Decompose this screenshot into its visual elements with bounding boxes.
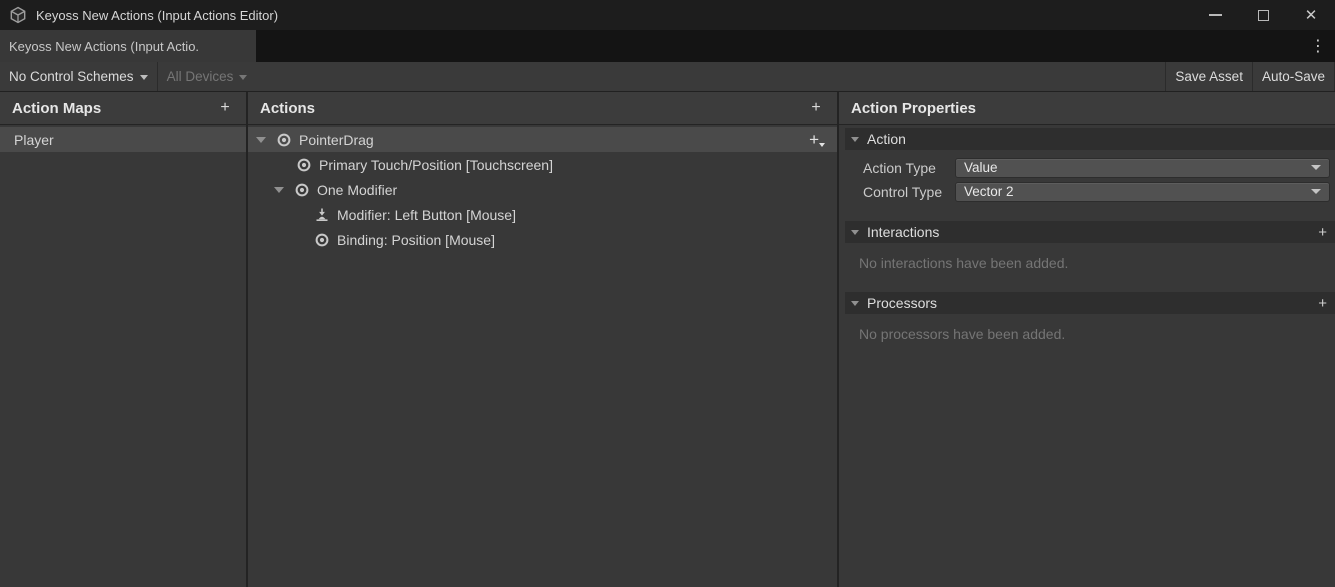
minimize-button[interactable] (1191, 0, 1239, 30)
tree-row-label: Primary Touch/Position [Touchscreen] (319, 157, 553, 173)
save-asset-button[interactable]: Save Asset (1166, 62, 1252, 91)
expander-down-icon[interactable] (851, 230, 859, 235)
expander-down-icon[interactable] (256, 137, 266, 143)
expander-down-icon[interactable] (851, 301, 859, 306)
action-circle-icon (276, 132, 292, 148)
action-properties-title: Action Properties (851, 100, 976, 117)
tree-row-label: Binding: Position [Mouse] (337, 232, 495, 248)
tab-label: Keyoss New Actions (Input Actio. (9, 39, 199, 54)
titlebar: Keyoss New Actions (Input Actions Editor… (0, 0, 1335, 30)
action-section-foldout[interactable]: Action (845, 128, 1335, 150)
action-type-value: Value (964, 160, 998, 175)
control-type-dropdown[interactable]: Vector 2 (955, 182, 1330, 202)
save-asset-label: Save Asset (1175, 69, 1243, 84)
control-schemes-dropdown[interactable]: No Control Schemes (0, 62, 157, 91)
actions-panel: Actions + PointerDrag + Primary Touch/Po… (248, 92, 839, 587)
tab-input-actions-editor[interactable]: Keyoss New Actions (Input Actio. (0, 30, 256, 62)
tree-row-modifier[interactable]: Modifier: Left Button [Mouse] (248, 202, 837, 227)
kebab-icon: ⋮ (1310, 36, 1326, 56)
action-maps-list: Player (0, 125, 246, 152)
toolbar-spacer (256, 62, 1165, 91)
devices-label: All Devices (167, 69, 234, 84)
tree-row-label: One Modifier (317, 182, 397, 198)
expander-down-icon[interactable] (274, 187, 284, 193)
close-icon: ✕ (1305, 8, 1318, 23)
control-type-label: Control Type (839, 184, 955, 200)
dropdown-arrow-icon (1311, 165, 1321, 170)
processors-section-title: Processors (867, 295, 937, 311)
action-circle-icon (296, 157, 312, 173)
action-maps-title: Action Maps (12, 100, 101, 117)
control-schemes-label: No Control Schemes (9, 69, 134, 84)
maximize-icon (1258, 10, 1269, 21)
action-circle-icon (294, 182, 310, 198)
action-circle-icon (314, 232, 330, 248)
control-type-value: Vector 2 (964, 184, 1014, 199)
tab-strip-spacer (256, 30, 1301, 62)
actions-title: Actions (260, 100, 315, 117)
minimize-icon (1209, 14, 1222, 16)
action-type-label: Action Type (839, 160, 955, 176)
actions-header: Actions + (248, 92, 837, 125)
actions-tree: PointerDrag + Primary Touch/Position [To… (248, 125, 837, 252)
action-section-title: Action (867, 131, 906, 147)
interactions-empty-text: No interactions have been added. (859, 255, 1335, 271)
tree-row-primary-touch[interactable]: Primary Touch/Position [Touchscreen] (248, 152, 837, 177)
action-maps-header: Action Maps + (0, 92, 246, 125)
chevron-down-icon (140, 75, 148, 80)
add-interaction-button[interactable]: + (1318, 224, 1327, 241)
action-properties-panel: Action Properties Action Action Type Val… (839, 92, 1335, 587)
expander-down-icon[interactable] (851, 137, 859, 142)
tree-row-pointerdrag[interactable]: PointerDrag + (248, 127, 837, 152)
processors-empty-text: No processors have been added. (859, 326, 1335, 342)
chevron-down-icon (239, 75, 247, 80)
dropdown-arrow-icon (1311, 189, 1321, 194)
toolbar: No Control Schemes All Devices Save Asse… (0, 62, 1335, 92)
devices-dropdown[interactable]: All Devices (158, 62, 257, 91)
button-press-icon (314, 207, 330, 223)
tree-row-label: Modifier: Left Button [Mouse] (337, 207, 516, 223)
action-properties-header: Action Properties (839, 92, 1335, 125)
list-item-player[interactable]: Player (0, 127, 246, 152)
action-map-label: Player (14, 132, 54, 148)
tree-row-binding[interactable]: Binding: Position [Mouse] (248, 227, 837, 252)
pane-menu-button[interactable]: ⋮ (1301, 30, 1335, 62)
maximize-button[interactable] (1239, 0, 1287, 30)
window-title: Keyoss New Actions (Input Actions Editor… (36, 8, 278, 23)
add-action-button[interactable]: + (805, 99, 827, 117)
action-properties-body: Action Action Type Value Control Type Ve… (839, 125, 1335, 342)
add-action-map-button[interactable]: + (214, 99, 236, 117)
action-section-fields: Action Type Value Control Type Vector 2 (839, 157, 1335, 202)
control-type-row: Control Type Vector 2 (839, 181, 1335, 202)
window-controls: ✕ (1191, 0, 1335, 30)
action-type-dropdown[interactable]: Value (955, 158, 1330, 178)
interactions-section-title: Interactions (867, 224, 939, 240)
processors-section-foldout[interactable]: Processors + (845, 292, 1335, 314)
interactions-section-foldout[interactable]: Interactions + (845, 221, 1335, 243)
action-maps-panel: Action Maps + Player (0, 92, 248, 587)
tab-strip: Keyoss New Actions (Input Actio. ⋮ (0, 30, 1335, 62)
add-binding-button[interactable]: + (809, 131, 824, 148)
action-type-row: Action Type Value (839, 157, 1335, 178)
add-processor-button[interactable]: + (1318, 295, 1327, 312)
tree-row-one-modifier[interactable]: One Modifier (248, 177, 837, 202)
editor-main: Action Maps + Player Actions + PointerDr… (0, 92, 1335, 587)
unity-logo-icon (9, 6, 27, 24)
auto-save-label: Auto-Save (1262, 69, 1325, 84)
tree-row-label: PointerDrag (299, 132, 374, 148)
auto-save-button[interactable]: Auto-Save (1253, 62, 1334, 91)
close-button[interactable]: ✕ (1287, 0, 1335, 30)
